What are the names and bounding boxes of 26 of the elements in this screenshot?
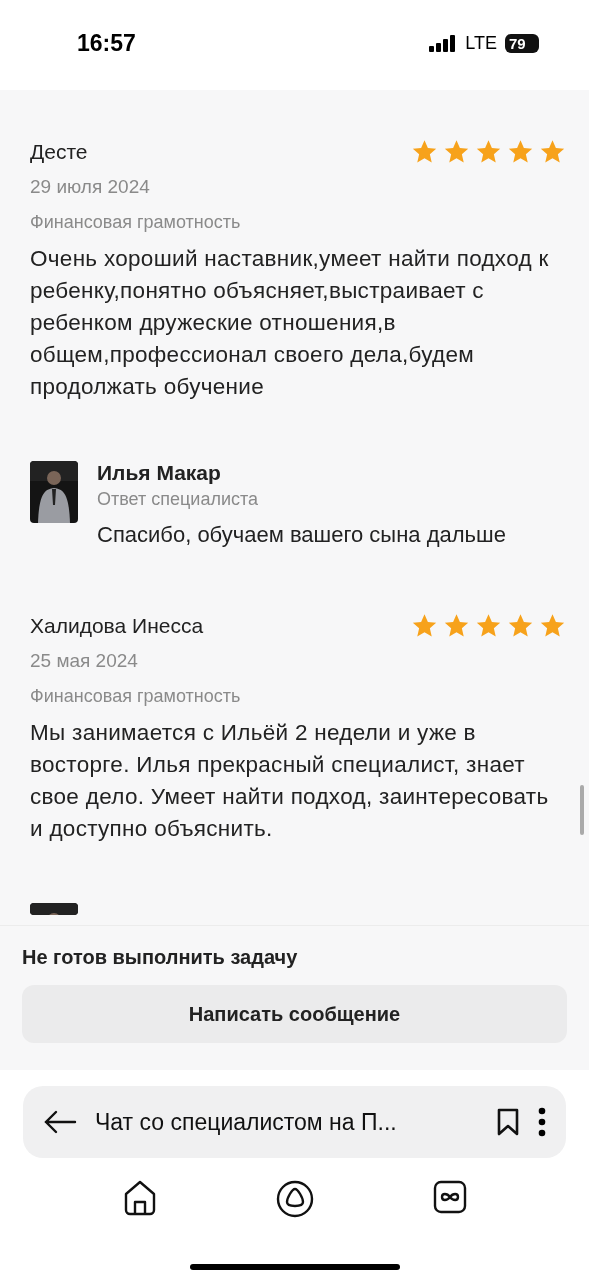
- reply-label: Ответ специалиста: [97, 489, 259, 510]
- reply-text: Спасибо, обучаем вашего сына дальше: [97, 522, 506, 548]
- sheet-title: Не готов выполнить задачу: [22, 946, 299, 969]
- signal-icon: [429, 34, 458, 52]
- review-category: Финансовая грамотность: [30, 686, 242, 707]
- page-title: Чат со специалистом на П...: [95, 1108, 398, 1136]
- review-date: 29 июля 2024: [30, 176, 151, 198]
- clock: 16:57: [77, 29, 136, 57]
- tabs-icon[interactable]: [432, 1180, 467, 1214]
- review-text: Мы занимается с Ильёй 2 недели и уже в восторге. Илья прекрасный специалист, знает свое дело. Умеет найти подход, заинтересовать и доступно объяснить.: [30, 719, 550, 843]
- battery-level: 79: [505, 33, 539, 53]
- back-arrow-icon[interactable]: [43, 1110, 77, 1134]
- specialist-name: Илья Макар: [97, 461, 222, 485]
- bookmark-icon[interactable]: [496, 1108, 520, 1136]
- network-type: LTE: [465, 32, 497, 54]
- scrollbar: [580, 785, 584, 835]
- home-icon[interactable]: [122, 1180, 157, 1216]
- assistant-icon[interactable]: [275, 1180, 314, 1218]
- write-message-button[interactable]: Написать сообщение: [22, 985, 567, 1043]
- review-category: Финансовая грамотность: [30, 212, 242, 233]
- review-text: Очень хороший наставник,умеет найти подход к ребенку,понятно объясняет,выстраивает с ребенком дружеские отношения,в общем,профессионал своего дела,будем продолжать обучение: [30, 245, 550, 401]
- more-icon[interactable]: [538, 1107, 546, 1137]
- review-author: Халидова Инесса: [30, 614, 204, 638]
- address-bar[interactable]: Чат со специалистом на П...: [23, 1086, 566, 1158]
- review-author: Десте: [30, 140, 88, 164]
- review-date: 25 мая 2024: [30, 650, 139, 672]
